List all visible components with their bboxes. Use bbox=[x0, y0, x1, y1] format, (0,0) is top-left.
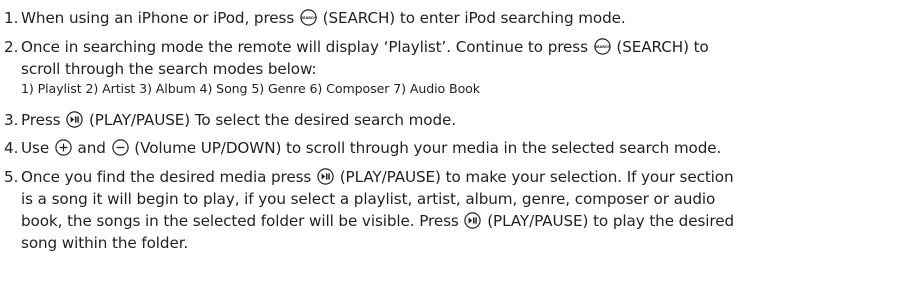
step-text: (PLAY/PAUSE) to play the desired bbox=[487, 212, 734, 230]
play-pause-button-icon bbox=[317, 168, 334, 185]
step-4: 4. Use and (Volume UP/DOWN) to scroll th… bbox=[0, 137, 908, 159]
step-text: Once you find the desired media press bbox=[21, 168, 312, 186]
step-text: scroll through the search modes below: bbox=[21, 60, 317, 78]
play-pause-button-icon bbox=[66, 111, 83, 128]
instruction-list: 1. When using an iPhone or iPod, press S… bbox=[0, 0, 908, 304]
step-1: 1. When using an iPhone or iPod, press S… bbox=[0, 7, 908, 29]
step-number: 1. bbox=[4, 9, 19, 27]
step-text: (PLAY/PAUSE) To select the desired searc… bbox=[88, 111, 456, 129]
play-pause-button-icon bbox=[464, 212, 482, 229]
step-text: and bbox=[77, 139, 106, 157]
step-text: When using an iPhone or iPod, press bbox=[21, 9, 295, 27]
step-text: (PLAY/PAUSE) to make your selection. If … bbox=[339, 168, 734, 186]
step-number: 4. bbox=[4, 139, 19, 157]
step-number: 3. bbox=[4, 111, 19, 129]
step-text: book, the songs in the selected folder w… bbox=[21, 212, 459, 230]
step-text: (SEARCH) to bbox=[616, 38, 709, 56]
step-text: Once in searching mode the remote will d… bbox=[21, 38, 588, 56]
step-text: Use bbox=[21, 139, 50, 157]
step-number: 5. bbox=[4, 168, 19, 186]
step-number: 2. bbox=[4, 38, 19, 56]
step-text: (Volume UP/DOWN) to scroll through your … bbox=[134, 139, 722, 157]
step-text: (SEARCH) to enter iPod searching mode. bbox=[322, 9, 626, 27]
step-text: is a song it will begin to play, if you … bbox=[21, 190, 716, 208]
step-2: 2. Once in searching mode the remote wil… bbox=[0, 36, 908, 98]
svg-text:SEARCH: SEARCH bbox=[301, 16, 317, 20]
volume-up-icon bbox=[55, 139, 72, 156]
svg-text:SEARCH: SEARCH bbox=[594, 45, 610, 49]
step-3: 3. Press (PLAY/PAUSE) To select the desi… bbox=[0, 109, 908, 131]
step-5: 5. Once you find the desired media press… bbox=[0, 166, 908, 254]
step-text: Press bbox=[21, 111, 61, 129]
search-button-icon: SEARCH bbox=[593, 38, 611, 55]
search-modes-list: 1) Playlist 2) Artist 3) Album 4) Song 5… bbox=[21, 81, 480, 96]
search-button-icon: SEARCH bbox=[300, 9, 317, 26]
volume-down-icon bbox=[111, 139, 129, 156]
step-text: song within the folder. bbox=[21, 234, 189, 252]
